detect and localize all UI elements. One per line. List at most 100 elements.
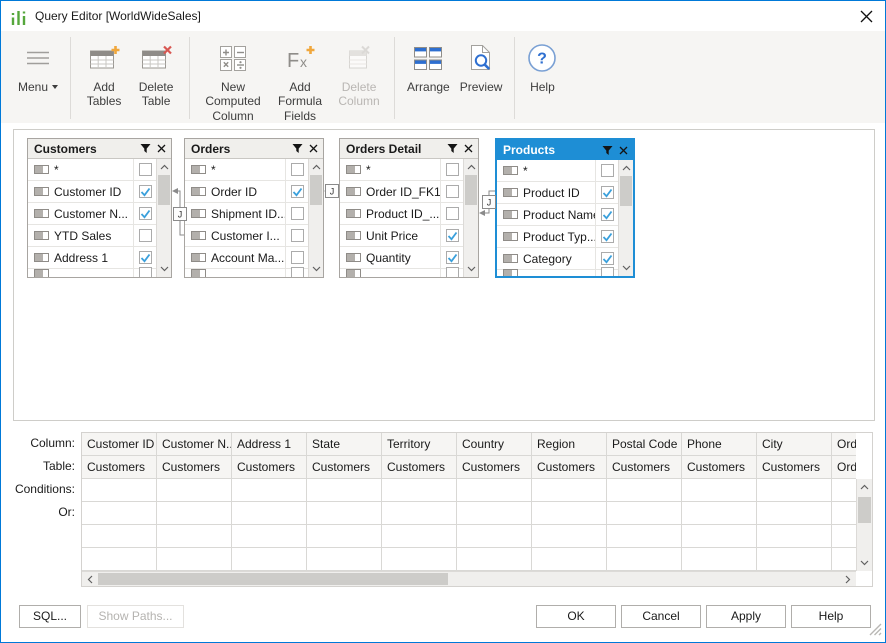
- field-row[interactable]: YTD Sales: [28, 225, 156, 247]
- grid-cell[interactable]: [457, 502, 532, 525]
- grid-column-header-cell[interactable]: Customer N...: [157, 433, 232, 456]
- field-row[interactable]: Product Name: [497, 204, 618, 226]
- grid-column-header-cell[interactable]: Territory: [382, 433, 457, 456]
- grid-cell[interactable]: [607, 548, 682, 571]
- field-row[interactable]: *: [497, 160, 618, 182]
- grid-cell[interactable]: [82, 548, 157, 571]
- field-checkbox[interactable]: [139, 163, 152, 176]
- new-computed-column-button[interactable]: New Computed Column: [200, 34, 266, 123]
- scroll-up-arrow[interactable]: [464, 160, 478, 174]
- grid-table-cell[interactable]: Customers: [82, 456, 157, 479]
- grid-table-cell[interactable]: Customers: [307, 456, 382, 479]
- grid-cell[interactable]: [382, 479, 457, 502]
- grid-cell[interactable]: [682, 502, 757, 525]
- help-toolbar-button[interactable]: ? Help: [525, 34, 559, 94]
- field-checkbox[interactable]: [446, 251, 459, 264]
- field-checkbox[interactable]: [601, 208, 614, 221]
- field-checkbox[interactable]: [291, 185, 304, 198]
- grid-table-cell[interactable]: Customers: [232, 456, 307, 479]
- add-formula-fields-button[interactable]: F x Add Formula Fields: [272, 34, 328, 123]
- scroll-thumb[interactable]: [620, 176, 632, 206]
- grid-table-cell[interactable]: Customers: [607, 456, 682, 479]
- grid-cell[interactable]: [532, 502, 607, 525]
- grid-cell[interactable]: [382, 548, 457, 571]
- grid-cell[interactable]: [832, 479, 856, 502]
- arrange-button[interactable]: Arrange: [405, 34, 452, 94]
- table-panel-header[interactable]: Orders: [185, 139, 323, 159]
- field-checkbox[interactable]: [291, 229, 304, 242]
- grid-column-header-cell[interactable]: Postal Code: [607, 433, 682, 456]
- cancel-button[interactable]: Cancel: [621, 605, 701, 628]
- grid-cell[interactable]: [607, 525, 682, 548]
- join-indicator[interactable]: J: [483, 196, 496, 209]
- grid-cell[interactable]: [82, 479, 157, 502]
- sql-button[interactable]: SQL...: [19, 605, 81, 628]
- scroll-right-arrow[interactable]: [841, 572, 855, 586]
- grid-cell[interactable]: [532, 479, 607, 502]
- field-checkbox[interactable]: [139, 251, 152, 264]
- grid-cell[interactable]: [307, 502, 382, 525]
- grid-cell[interactable]: [232, 548, 307, 571]
- table-panel-header[interactable]: Orders Detail: [340, 139, 478, 159]
- panel-scrollbar[interactable]: [308, 159, 323, 277]
- grid-cell[interactable]: [457, 479, 532, 502]
- grid-table-cell[interactable]: Orders: [832, 456, 856, 479]
- scroll-thumb[interactable]: [858, 497, 871, 523]
- grid-column-header-cell[interactable]: Country: [457, 433, 532, 456]
- delete-table-button[interactable]: Delete Table: [133, 34, 179, 109]
- field-checkbox[interactable]: [446, 163, 459, 176]
- scroll-down-arrow[interactable]: [464, 262, 478, 276]
- close-icon[interactable]: [619, 146, 628, 155]
- grid-cell[interactable]: [757, 548, 832, 571]
- grid-cell[interactable]: [607, 502, 682, 525]
- field-row[interactable]: Shipment ID...: [185, 203, 308, 225]
- field-row[interactable]: Customer I...: [185, 225, 308, 247]
- grid-column-header-cell[interactable]: State: [307, 433, 382, 456]
- apply-button[interactable]: Apply: [706, 605, 786, 628]
- preview-button[interactable]: Preview: [458, 34, 505, 94]
- grid-cell[interactable]: [457, 525, 532, 548]
- grid-cell[interactable]: [157, 548, 232, 571]
- filter-icon[interactable]: [447, 143, 458, 154]
- grid-table-cell[interactable]: Customers: [157, 456, 232, 479]
- grid-cell[interactable]: [232, 502, 307, 525]
- filter-icon[interactable]: [292, 143, 303, 154]
- grid-cell[interactable]: [157, 479, 232, 502]
- field-checkbox[interactable]: [446, 207, 459, 220]
- grid-cell[interactable]: [307, 479, 382, 502]
- grid-cell[interactable]: [682, 525, 757, 548]
- grid-cell[interactable]: [157, 502, 232, 525]
- scroll-up-arrow[interactable]: [619, 161, 633, 175]
- grid-cell[interactable]: [832, 525, 856, 548]
- field-row[interactable]: *: [340, 159, 463, 181]
- grid-cell[interactable]: [382, 502, 457, 525]
- field-row[interactable]: *: [28, 159, 156, 181]
- field-row[interactable]: Product ID: [497, 182, 618, 204]
- close-icon[interactable]: [464, 144, 473, 153]
- field-row[interactable]: Customer ID: [28, 181, 156, 203]
- scroll-thumb[interactable]: [158, 175, 170, 205]
- grid-cell[interactable]: [157, 525, 232, 548]
- grid-column-header-cell[interactable]: Order ID: [832, 433, 856, 456]
- grid-cell[interactable]: [682, 479, 757, 502]
- grid-cell[interactable]: [757, 502, 832, 525]
- grid-column-header-cell[interactable]: Region: [532, 433, 607, 456]
- scroll-down-arrow[interactable]: [309, 262, 323, 276]
- grid-horizontal-scrollbar[interactable]: [82, 571, 856, 586]
- field-checkbox[interactable]: [446, 185, 459, 198]
- field-checkbox[interactable]: [291, 251, 304, 264]
- scroll-down-arrow[interactable]: [157, 262, 171, 276]
- scroll-down-arrow[interactable]: [619, 261, 633, 275]
- field-checkbox[interactable]: [139, 229, 152, 242]
- field-checkbox[interactable]: [601, 252, 614, 265]
- table-panel-header[interactable]: Customers: [28, 139, 171, 159]
- panel-scrollbar[interactable]: [156, 159, 171, 277]
- field-checkbox[interactable]: [601, 186, 614, 199]
- close-icon[interactable]: [157, 144, 166, 153]
- field-row[interactable]: Address 1: [28, 247, 156, 269]
- field-row[interactable]: Customer N...: [28, 203, 156, 225]
- grid-cell[interactable]: [757, 525, 832, 548]
- table-panel-header[interactable]: Products: [497, 140, 633, 160]
- scroll-thumb[interactable]: [310, 175, 322, 205]
- grid-cell[interactable]: [532, 525, 607, 548]
